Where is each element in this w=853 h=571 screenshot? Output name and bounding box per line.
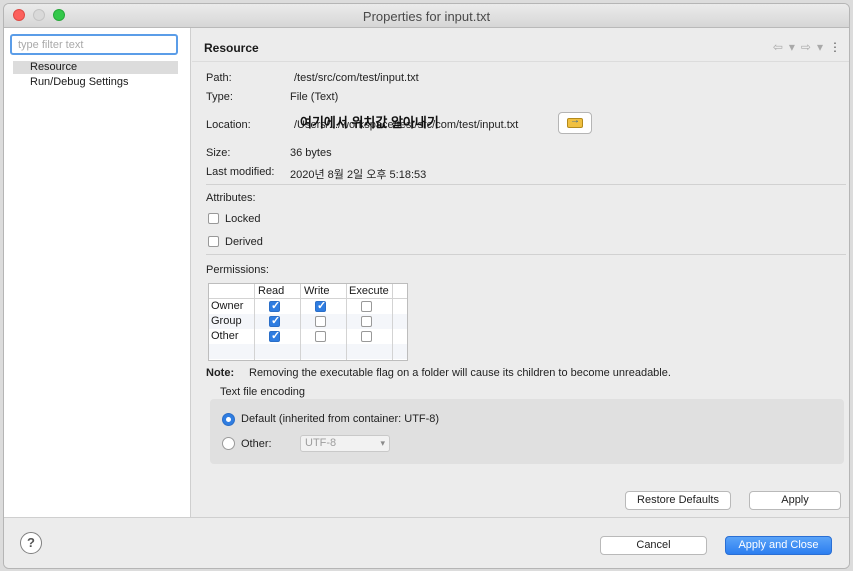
column-header-read: Read [258,285,285,297]
path-label: Path: [206,72,232,84]
owner-write-checkbox[interactable] [315,299,326,312]
derived-label: Derived [225,236,263,248]
modified-label: Last modified: [206,166,275,178]
cancel-button[interactable]: Cancel [600,536,707,555]
sidebar-item-run-debug-settings[interactable]: Run/Debug Settings [13,76,178,89]
owner-read-checkbox[interactable] [269,299,280,312]
title-bar: Properties for input.txt [4,4,849,28]
table-row: Owner [209,299,407,314]
derived-checkbox[interactable] [208,236,219,247]
other-encoding-radio[interactable] [222,437,235,450]
size-label: Size: [206,147,231,159]
chevron-down-icon[interactable]: ▾ [789,40,795,54]
column-header-write: Write [304,285,330,297]
other-write-checkbox[interactable] [315,331,326,342]
locked-checkbox[interactable] [208,213,219,224]
back-arrow-icon[interactable]: ⇦ [773,40,783,54]
divider [206,254,846,255]
column-divider [346,284,347,360]
other-encoding-label: Other: [241,438,272,450]
help-icon[interactable]: ? [20,532,42,554]
other-execute-checkbox[interactable] [361,331,372,342]
other-read-checkbox[interactable] [269,329,280,342]
note-label: Note: [206,367,235,379]
row-label-other: Other [211,330,239,342]
permissions-label: Permissions: [206,264,269,276]
location-label: Location: [206,119,251,131]
chevron-down-icon: ▾ [380,438,385,448]
default-encoding-label: Default (inherited from container: UTF-8… [241,413,440,425]
group-write-checkbox[interactable] [315,316,326,327]
group-execute-checkbox[interactable] [361,316,372,327]
restore-defaults-button[interactable]: Restore Defaults [625,491,731,510]
column-divider [392,284,393,360]
column-divider [254,284,255,360]
type-value: File (Text) [290,91,339,103]
encoding-select-value: UTF-8 [305,437,337,449]
window-title: Properties for input.txt [362,9,491,24]
row-label-owner: Owner [211,300,244,312]
locked-label: Locked [225,213,261,225]
encoding-select[interactable]: UTF-8 ▾ [300,435,390,452]
type-label: Type: [206,91,233,103]
sidebar-item-resource[interactable]: Resource [13,61,178,74]
path-value: /test/src/com/test/input.txt [294,72,419,84]
default-encoding-radio[interactable] [222,413,235,426]
page-title: Resource [204,41,259,55]
attributes-label: Attributes: [206,192,256,204]
folder-arrow-icon [567,115,583,128]
column-divider [300,284,301,360]
apply-button[interactable]: Apply [749,491,841,510]
owner-execute-checkbox[interactable] [361,301,372,312]
encoding-group: Default (inherited from container: UTF-8… [210,399,844,464]
table-header-row: Read Write Execute [209,284,407,299]
show-in-system-explorer-button[interactable] [558,112,592,134]
view-menu-icon[interactable]: ⋮ [829,40,841,54]
table-row [209,344,407,359]
sidebar: Resource Run/Debug Settings [4,28,191,517]
forward-arrow-icon[interactable]: ⇨ [801,40,811,54]
row-label-group: Group [211,315,242,327]
main-panel: Resource ⇦ ▾ ⇨ ▾ ⋮ Path: /test/src/com/t… [192,28,849,517]
size-value: 36 bytes [290,147,332,159]
table-row: Other [209,329,407,344]
divider [206,184,846,185]
permissions-table: Read Write Execute Owner Group Other [208,283,408,361]
table-row: Group [209,314,407,329]
header-divider [192,61,849,62]
column-header-execute: Execute [349,285,389,297]
note-text: Removing the executable flag on a folder… [249,367,671,379]
filter-input[interactable] [10,34,178,55]
annotation-overlay-text: 여기에서 위치값 알아내기 [300,115,439,130]
properties-dialog: Properties for input.txt Resource Run/De… [3,3,850,569]
apply-and-close-button[interactable]: Apply and Close [725,536,832,555]
nav-buttons: ⇦ ▾ ⇨ ▾ ⋮ [773,40,841,54]
chevron-down-icon[interactable]: ▾ [817,40,823,54]
dialog-footer: ? Cancel Apply and Close [4,517,849,568]
group-read-checkbox[interactable] [269,314,280,327]
encoding-group-title: Text file encoding [220,386,305,398]
modified-value: 2020년 8월 2일 오후 5:18:53 [290,169,427,181]
